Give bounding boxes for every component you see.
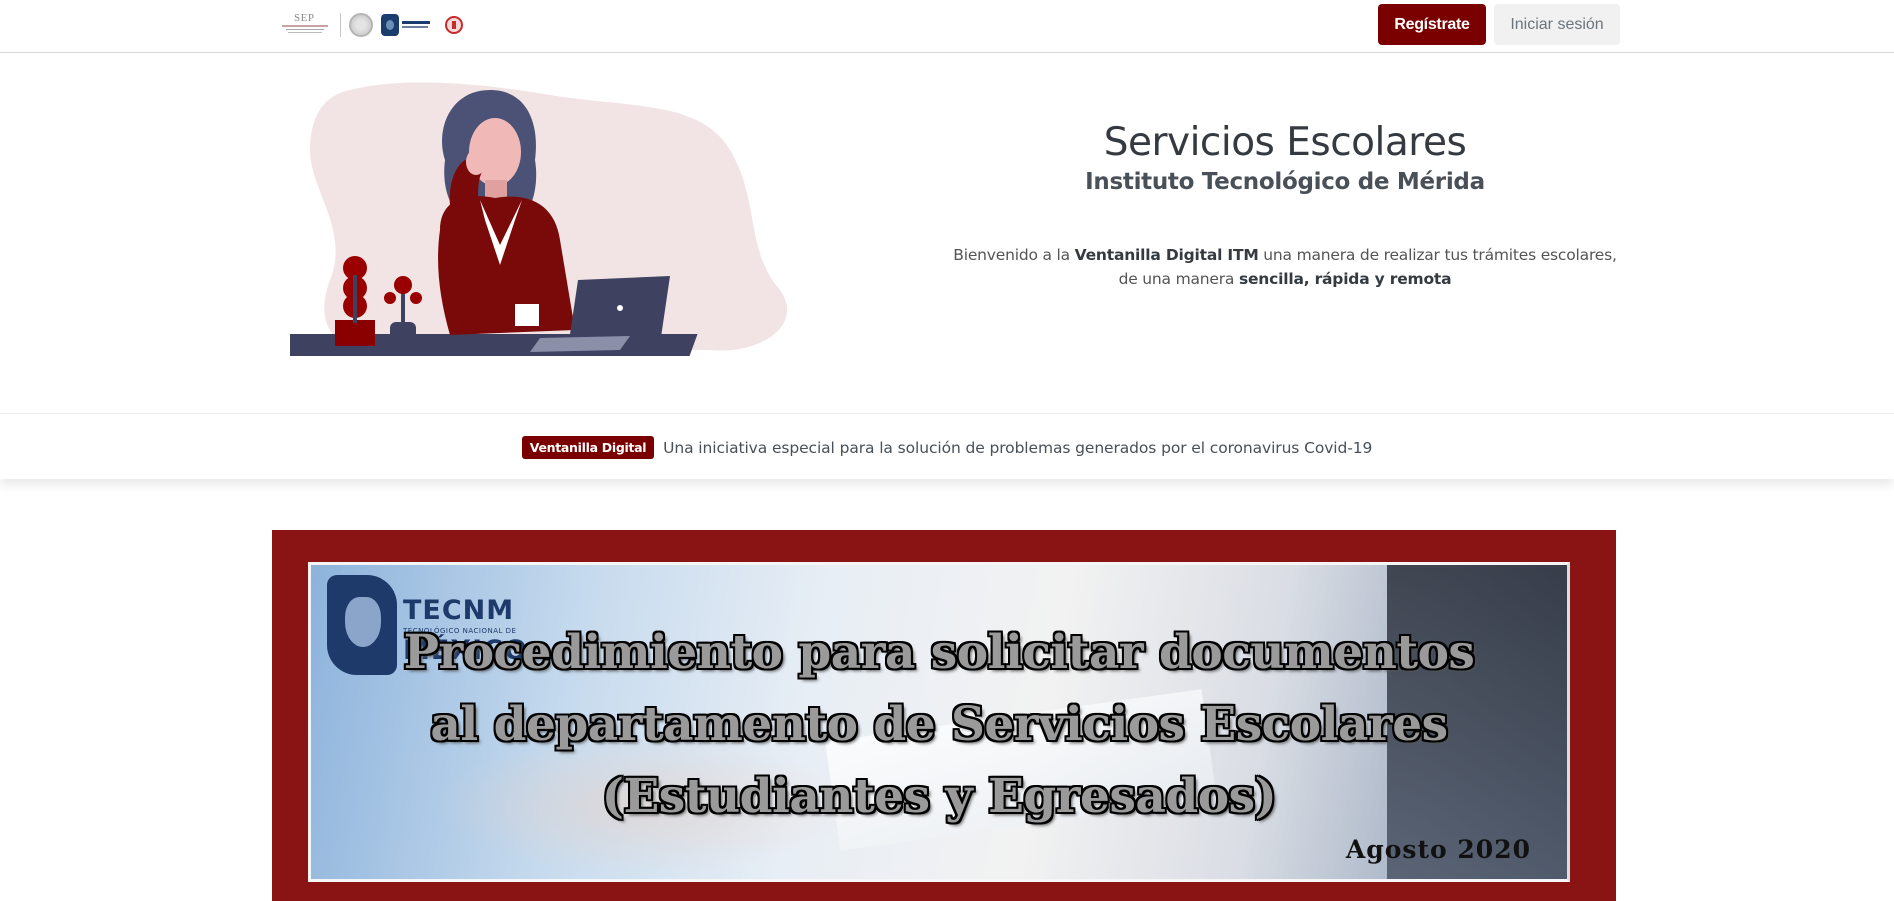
institution-logos: SEP <box>280 10 463 40</box>
welcome-text-1: Bienvenido a la <box>953 246 1075 264</box>
page-subtitle: Instituto Tecnológico de Mérida <box>1085 169 1485 195</box>
sep-logo-text: SEP <box>294 12 315 24</box>
laptop-logo <box>617 305 623 311</box>
resting-arm <box>445 301 525 330</box>
tecnm-logo-icon[interactable] <box>381 13 431 37</box>
logo-divider <box>340 13 341 37</box>
plant-stem-left <box>353 275 357 323</box>
top-navbar: SEP Regístrate Iniciar sesión <box>0 0 1894 53</box>
itm-logo-icon[interactable] <box>445 16 463 34</box>
plant-right-2 <box>384 292 396 304</box>
banner-title-line-1: Procedimiento para solicitar documentos <box>403 625 1475 680</box>
banner-image: TECNM TECNOLÓGICO NACIONAL DE MÉXICO Pro… <box>308 562 1570 882</box>
woman-at-desk-illustration <box>290 82 788 356</box>
plant-stem-right <box>401 290 405 324</box>
register-button[interactable]: Regístrate <box>1378 4 1486 45</box>
login-button[interactable]: Iniciar sesión <box>1494 4 1620 45</box>
procedure-banner[interactable]: TECNM TECNOLÓGICO NACIONAL DE MÉXICO Pro… <box>272 530 1616 901</box>
banner-title-line-2: al departamento de Servicios Escolares <box>430 697 1448 752</box>
cuff <box>515 304 539 326</box>
welcome-description: Bienvenido a la Ventanilla Digital ITM u… <box>950 243 1620 291</box>
plant-pot-right <box>390 322 416 348</box>
hand <box>466 149 486 175</box>
mexico-coat-of-arms-icon <box>349 13 373 37</box>
welcome-bold-1: Ventanilla Digital ITM <box>1074 246 1259 264</box>
banner-title-line-3: (Estudiantes y Egresados) <box>601 769 1277 824</box>
announcement-content: Ventanilla Digital Una iniciativa especi… <box>0 436 1894 459</box>
hero-section: Servicios Escolares Instituto Tecnológic… <box>950 120 1620 291</box>
plant-pot-left <box>335 320 375 346</box>
plant-right-1 <box>394 276 412 294</box>
welcome-bold-2: sencilla, rápida y remota <box>1238 270 1452 288</box>
sep-logo-icon[interactable]: SEP <box>280 12 332 37</box>
announcement-badge: Ventanilla Digital <box>521 436 655 459</box>
announcement-strip: Ventanilla Digital Una iniciativa especi… <box>0 413 1894 479</box>
banner-date: Agosto 2020 <box>1345 835 1531 864</box>
page-title: Servicios Escolares <box>1103 120 1467 165</box>
laptop-base <box>530 336 630 352</box>
plant-right-3 <box>410 292 422 304</box>
banner-title: Procedimiento para solicitar documentos … <box>311 617 1567 833</box>
announcement-text: Una iniciativa especial para la solución… <box>663 439 1373 457</box>
